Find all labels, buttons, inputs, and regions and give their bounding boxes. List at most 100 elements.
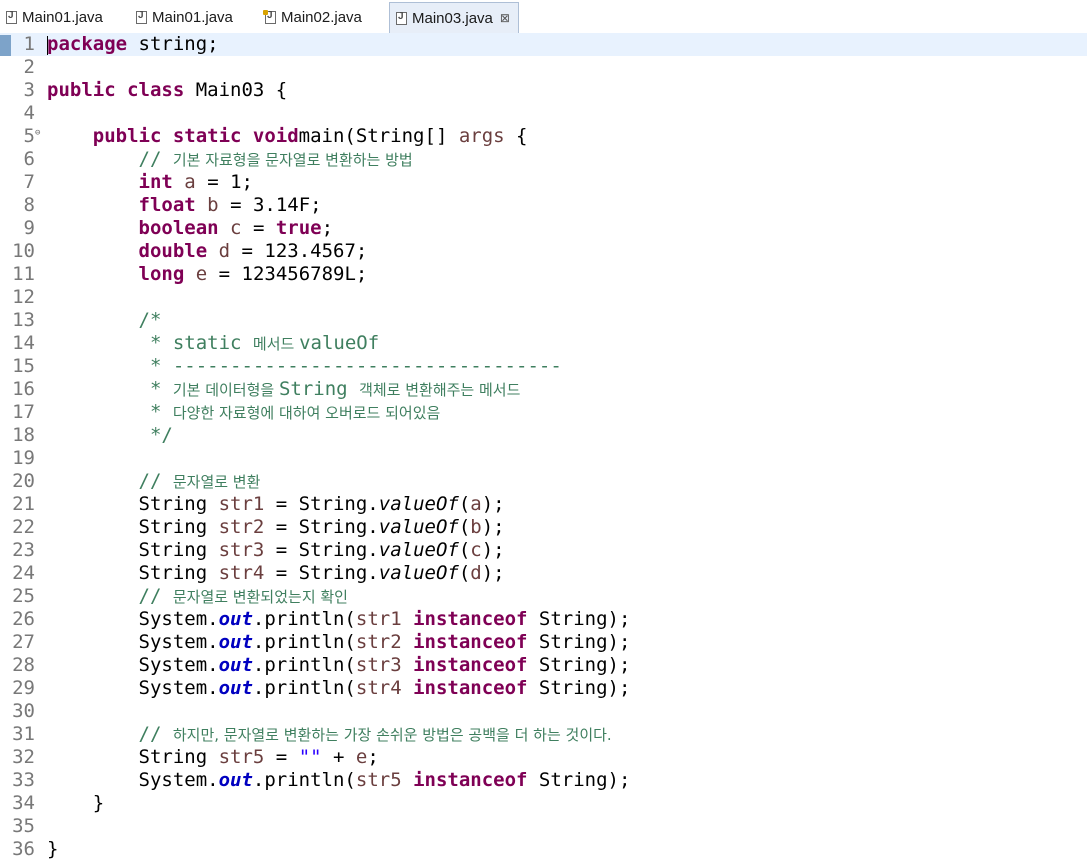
code-line[interactable]: 3 public class Main03 { [0, 79, 1087, 102]
code-line[interactable]: 29 System.out.println(str4 instanceof St… [0, 677, 1087, 700]
code-line[interactable]: 23 String str3 = String.valueOf(c); [0, 539, 1087, 562]
code-token: a [470, 493, 482, 515]
code-line[interactable]: 32 String str5 = "" + e; [0, 746, 1087, 769]
code-token: String [47, 493, 219, 515]
code-line[interactable]: 16 * 기본 데이터형을 String 객체로 변환해주는 메서드 [0, 378, 1087, 401]
code-line[interactable]: 26 System.out.println(str1 instanceof St… [0, 608, 1087, 631]
code-text: } [47, 792, 104, 815]
code-line[interactable]: 30 [0, 700, 1087, 723]
code-text: boolean c = true; [47, 217, 334, 240]
tab-label: Main01.java [152, 9, 233, 26]
code-token: str4 [218, 562, 265, 584]
code-token: 객체로 변환해주는 메서드 [359, 381, 521, 399]
code-line[interactable]: 28 System.out.println(str3 instanceof St… [0, 654, 1087, 677]
code-line[interactable]: 10 double d = 123.4567; [0, 240, 1087, 263]
code-line[interactable]: 4 [0, 102, 1087, 125]
close-tab-icon[interactable]: ⊠ [500, 11, 510, 25]
line-number: 33 [12, 769, 35, 791]
code-line[interactable]: 17 * 다양한 자료형에 대하여 오버로드 되어있음 [0, 401, 1087, 424]
code-token: valueOf [378, 516, 459, 538]
code-token: str3 [218, 539, 265, 561]
code-line[interactable]: 34 } [0, 792, 1087, 815]
code-line[interactable]: 14 * static 메서드 valueOf [0, 332, 1087, 355]
code-token: System. [47, 654, 219, 676]
code-token: String); [527, 631, 631, 653]
line-number: 2 [23, 56, 35, 78]
code-line[interactable]: 1 package string; [0, 33, 1087, 56]
code-token: double [138, 240, 208, 262]
line-number: 19 [12, 447, 35, 469]
code-line[interactable]: 12 [0, 286, 1087, 309]
code-token: long [138, 263, 185, 285]
code-line[interactable]: 27 System.out.println(str2 instanceof St… [0, 631, 1087, 654]
code-token: valueOf [299, 332, 380, 354]
code-token: ( [458, 539, 471, 561]
code-line[interactable]: 18 */ [0, 424, 1087, 447]
code-token: = 123456789L; [207, 263, 368, 285]
tab-main01-java[interactable]: Main01.java [0, 3, 130, 32]
code-token: instanceof [413, 608, 528, 630]
code-line[interactable]: 25 // 문자열로 변환되었는지 확인 [0, 585, 1087, 608]
code-token: b [207, 194, 219, 216]
code-text: * ---------------------------------- [47, 355, 562, 378]
code-line[interactable]: 7 int a = 1; [0, 171, 1087, 194]
code-text: String str2 = String.valueOf(b); [47, 516, 505, 539]
code-token: public class [47, 79, 185, 101]
code-token: true [275, 217, 322, 239]
code-line[interactable]: 21 String str1 = String.valueOf(a); [0, 493, 1087, 516]
line-number: 23 [12, 539, 35, 561]
code-line[interactable]: 33 System.out.println(str5 instanceof St… [0, 769, 1087, 792]
code-line[interactable]: 36} [0, 838, 1087, 861]
code-token: = String. [264, 539, 379, 561]
code-token: 기본 데이터형을 [172, 381, 279, 399]
code-line[interactable]: 13 /* [0, 309, 1087, 332]
code-line[interactable]: 11 long e = 123456789L; [0, 263, 1087, 286]
code-line[interactable]: 6 // 기본 자료형을 문자열로 변환하는 방법 [0, 148, 1087, 171]
tab-main03-java[interactable]: Main03.java ⊠ [389, 2, 519, 33]
code-token: 문자열로 변환 [172, 473, 261, 491]
code-line[interactable]: 9 boolean c = true; [0, 217, 1087, 240]
code-token: String); [527, 608, 631, 630]
tab-main02-java[interactable]: Main02.java [259, 3, 390, 32]
code-token: */ [149, 424, 173, 446]
line-number: 35 [12, 815, 35, 837]
tab-main01-java-2[interactable]: Main01.java [130, 3, 260, 32]
fold-toggle-icon[interactable]: ⊖ [35, 125, 40, 141]
code-line[interactable]: 31 // 하지만, 문자열로 변환하는 가장 손쉬운 방법은 공백을 더 하는… [0, 723, 1087, 746]
code-token: String [278, 378, 360, 400]
code-token: str1 [355, 608, 402, 630]
code-line[interactable]: 22 String str2 = String.valueOf(b); [0, 516, 1087, 539]
code-token: valueOf [378, 562, 459, 584]
code-line[interactable]: 2 [0, 56, 1087, 79]
code-line[interactable]: 19 [0, 447, 1087, 470]
code-line[interactable]: 8 float b = 3.14F; [0, 194, 1087, 217]
line-number: 29 [12, 677, 35, 699]
code-line[interactable]: 24 String str4 = String.valueOf(d); [0, 562, 1087, 585]
code-editor[interactable]: 1 package string; 2 3 public class Main03 {4… [0, 33, 1087, 867]
code-token: System. [47, 631, 219, 653]
code-token: str5 [355, 769, 402, 791]
line-number: 6 [23, 148, 35, 170]
line-number: 4 [23, 102, 35, 124]
line-number: 9 [23, 217, 35, 239]
code-text: */ [47, 424, 173, 447]
code-line[interactable]: 35 [0, 815, 1087, 838]
code-token: ( [458, 516, 471, 538]
code-line[interactable]: 15 * ---------------------------------- [0, 355, 1087, 378]
line-number: 34 [12, 792, 35, 814]
code-line[interactable]: 20 // 문자열로 변환 [0, 470, 1087, 493]
code-token: ; [321, 217, 334, 239]
code-line[interactable]: 5 ⊖ public static voidmain(String[] args … [0, 125, 1087, 148]
line-number: 20 [12, 470, 35, 492]
